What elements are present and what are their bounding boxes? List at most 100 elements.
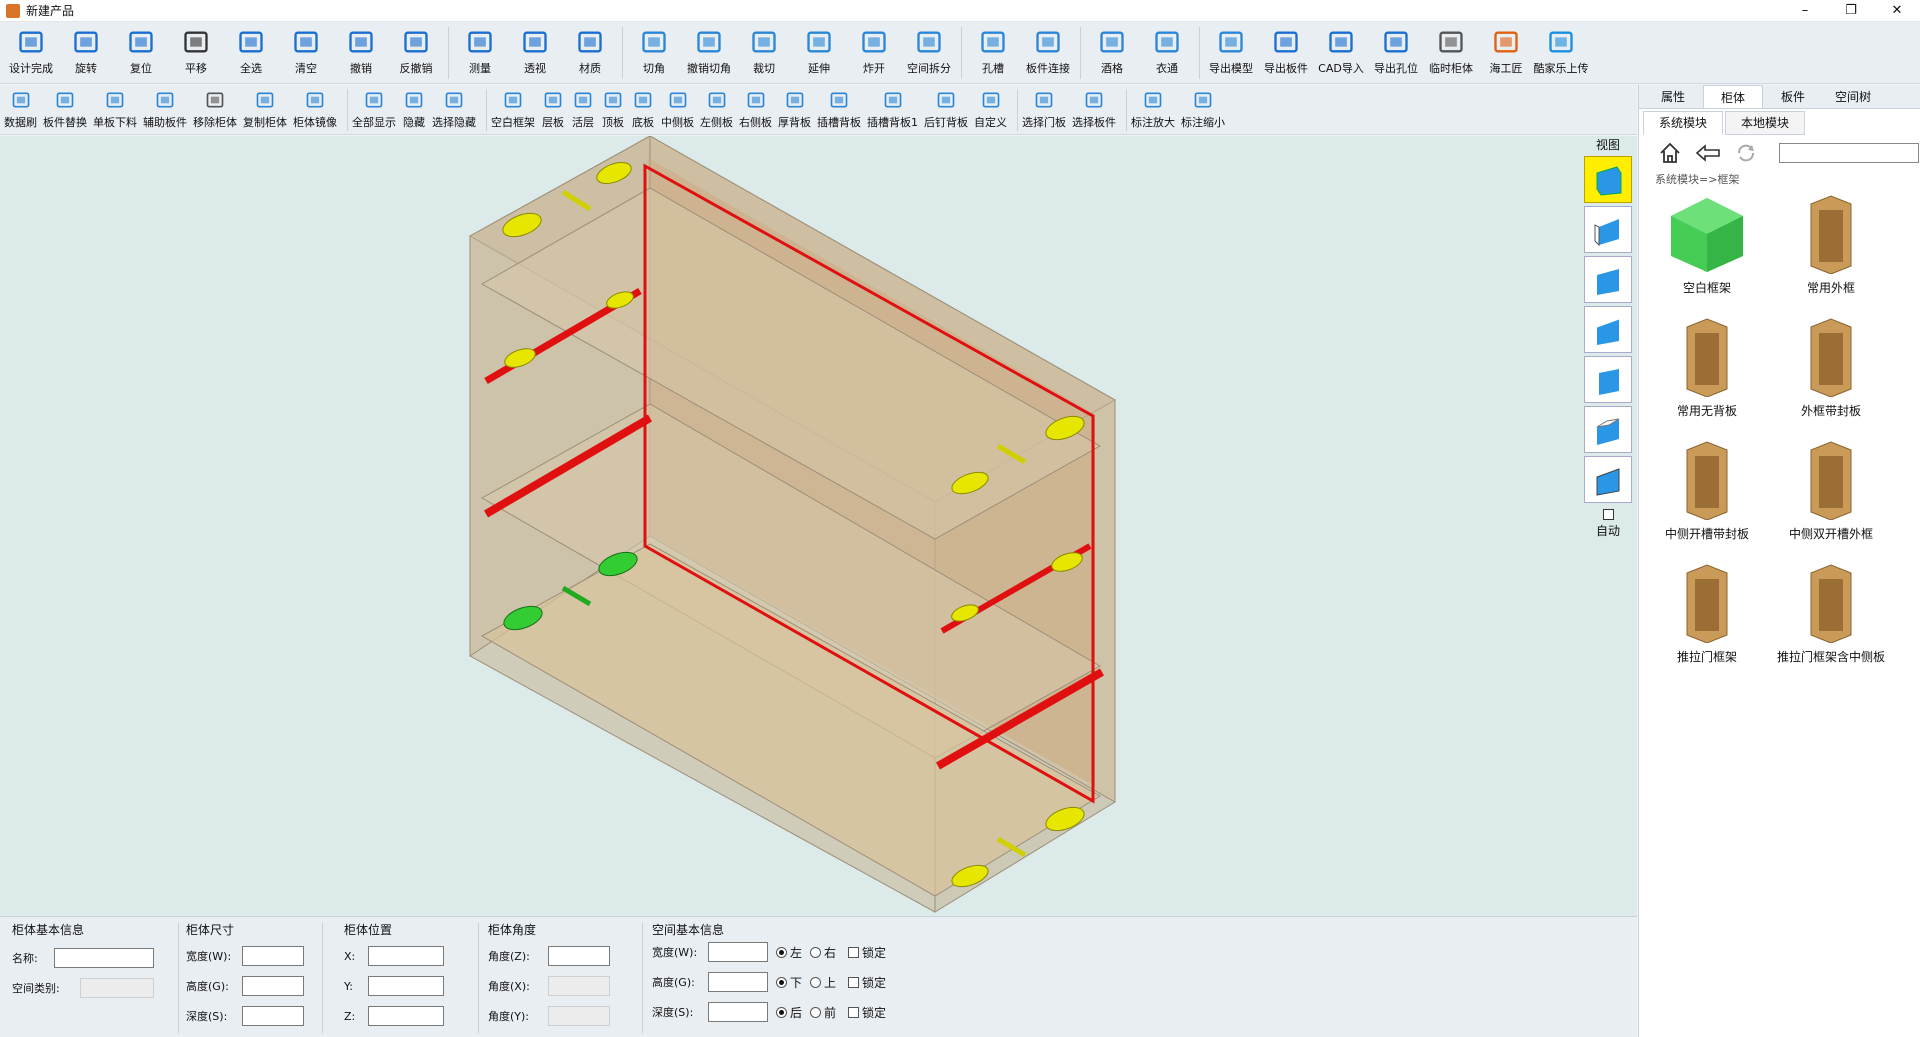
export-panel-button[interactable]: 导出板件	[1259, 22, 1313, 82]
select-door-button[interactable]: 选择门板	[1022, 85, 1066, 131]
module-item[interactable]: 中侧开槽带封板	[1645, 439, 1769, 562]
module-item[interactable]: 外框带封板	[1769, 316, 1893, 439]
clear-button[interactable]: 清空	[279, 22, 333, 82]
back-icon[interactable]	[1695, 140, 1721, 166]
select-hide-button[interactable]: 选择隐藏	[432, 85, 476, 131]
select-panel-button[interactable]: 选择板件	[1072, 85, 1116, 131]
cad-import-button[interactable]: CAD导入	[1314, 22, 1368, 82]
zoom-in-button[interactable]: 标注放大	[1131, 85, 1175, 131]
view-top-button[interactable]	[1584, 256, 1632, 303]
rotate-button[interactable]: 旋转	[59, 22, 113, 82]
height-field[interactable]	[242, 976, 304, 996]
left-button[interactable]: 左侧板	[700, 85, 733, 131]
front-radio[interactable]	[810, 1006, 822, 1018]
active-shelf-button[interactable]: 活层	[571, 85, 595, 131]
replace-button[interactable]: 板件替换	[43, 85, 87, 131]
explode-button[interactable]: 炸开	[847, 22, 901, 82]
module-item[interactable]: 推拉门框架	[1645, 562, 1769, 685]
hide-button[interactable]: 隐藏	[402, 85, 426, 131]
z-field[interactable]	[368, 1006, 444, 1026]
lock-height-checkbox[interactable]	[848, 976, 860, 988]
back-radio[interactable]	[776, 1006, 787, 1018]
measure-button[interactable]: 测量	[453, 22, 507, 82]
empty-frame-button[interactable]: 空白框架	[491, 85, 535, 131]
module-item[interactable]: 中侧双开槽外框	[1769, 439, 1893, 562]
lock-width-checkbox[interactable]	[848, 946, 860, 958]
panel-link-button[interactable]: 板件连接	[1021, 22, 1075, 82]
right-button[interactable]: 右侧板	[739, 85, 772, 131]
view-back-button[interactable]	[1584, 456, 1632, 503]
space-split-button[interactable]: 空间拆分	[902, 22, 956, 82]
module-item[interactable]: 常用无背板	[1645, 316, 1769, 439]
module-item[interactable]: 推拉门框架含中侧板	[1769, 562, 1893, 685]
module-item[interactable]: 空白框架	[1645, 193, 1769, 316]
x-field[interactable]	[368, 946, 444, 966]
space-height-field[interactable]	[708, 972, 768, 992]
undo-button[interactable]: 撤销	[334, 22, 388, 82]
aux-button[interactable]: 辅助板件	[143, 85, 187, 131]
haigongjiang-button[interactable]: 海工匠	[1479, 22, 1533, 82]
copy-button[interactable]: 复制柜体	[243, 85, 287, 131]
tab-0[interactable]: 属性	[1643, 85, 1703, 108]
design-done-button[interactable]: 设计完成	[4, 22, 58, 82]
temp-cabinet-button[interactable]: 临时柜体	[1424, 22, 1478, 82]
module-search-input[interactable]	[1779, 143, 1919, 163]
tab-3[interactable]: 空间树	[1823, 85, 1883, 108]
hole-button[interactable]: 孔槽	[966, 22, 1020, 82]
kujiale-button[interactable]: 酷家乐上传	[1534, 22, 1589, 82]
nail-back-button[interactable]: 后钉背板	[924, 85, 968, 131]
close-button[interactable]: ✕	[1874, 0, 1920, 22]
right-radio[interactable]	[810, 946, 822, 958]
space-width-field[interactable]	[708, 942, 768, 962]
3d-viewport[interactable]	[0, 135, 1637, 916]
auto-view-toggle[interactable]: 自动	[1582, 509, 1634, 539]
depth-field[interactable]	[242, 1006, 304, 1026]
auto-checkbox[interactable]	[1602, 509, 1614, 520]
down-radio[interactable]	[776, 976, 787, 988]
hanger-button[interactable]: 衣通	[1140, 22, 1194, 82]
tab-2[interactable]: 板件	[1763, 85, 1823, 108]
cut-corner-button[interactable]: 切角	[627, 22, 681, 82]
angle-z-field[interactable]	[548, 946, 610, 966]
module-item[interactable]: 常用外框	[1769, 193, 1893, 316]
custom-button[interactable]: 自定义	[974, 85, 1007, 131]
width-field[interactable]	[242, 946, 304, 966]
shelf-button[interactable]: 层板	[541, 85, 565, 131]
up-radio[interactable]	[810, 976, 822, 988]
name-field[interactable]	[54, 948, 154, 968]
wine-rack-button[interactable]: 酒格	[1085, 22, 1139, 82]
y-field[interactable]	[368, 976, 444, 996]
export-model-button[interactable]: 导出模型	[1204, 22, 1258, 82]
mirror-button[interactable]: 柜体镜像	[293, 85, 337, 131]
redo-button[interactable]: 反撤销	[389, 22, 443, 82]
left-radio[interactable]	[776, 946, 787, 958]
maximize-button[interactable]: ❐	[1828, 0, 1874, 22]
bottom-button[interactable]: 底板	[631, 85, 655, 131]
crop-button[interactable]: 裁切	[737, 22, 791, 82]
select-all-button[interactable]: 全选	[224, 22, 278, 82]
lock-depth-checkbox[interactable]	[848, 1006, 860, 1018]
zoom-out-button[interactable]: 标注缩小	[1181, 85, 1225, 131]
perspective-button[interactable]: 透视	[508, 22, 562, 82]
reset-button[interactable]: 复位	[114, 22, 168, 82]
home-icon[interactable]	[1657, 140, 1683, 166]
move-button[interactable]: 移除柜体	[193, 85, 237, 131]
single-button[interactable]: 单板下料	[93, 85, 137, 131]
thick-back-button[interactable]: 厚背板	[778, 85, 811, 131]
space-depth-field[interactable]	[708, 1002, 768, 1022]
tab-1[interactable]: 柜体	[1703, 85, 1763, 108]
cabinet-3d-model[interactable]	[0, 135, 1637, 916]
view-left-button[interactable]	[1584, 306, 1632, 353]
tab-local-modules[interactable]: 本地模块	[1725, 111, 1805, 135]
view-iso-button[interactable]	[1584, 156, 1632, 203]
undo-cut-button[interactable]: 撤销切角	[682, 22, 736, 82]
refresh-icon[interactable]	[1733, 140, 1759, 166]
view-right-button[interactable]	[1584, 356, 1632, 403]
view-bottom-button[interactable]	[1584, 406, 1632, 453]
pan-button[interactable]: 平移	[169, 22, 223, 82]
brush-button[interactable]: 数据刷	[4, 85, 37, 131]
show-all-button[interactable]: 全部显示	[352, 85, 396, 131]
slot-back1-button[interactable]: 插槽背板1	[867, 85, 918, 131]
view-front-button[interactable]	[1584, 206, 1632, 253]
extend-button[interactable]: 延伸	[792, 22, 846, 82]
